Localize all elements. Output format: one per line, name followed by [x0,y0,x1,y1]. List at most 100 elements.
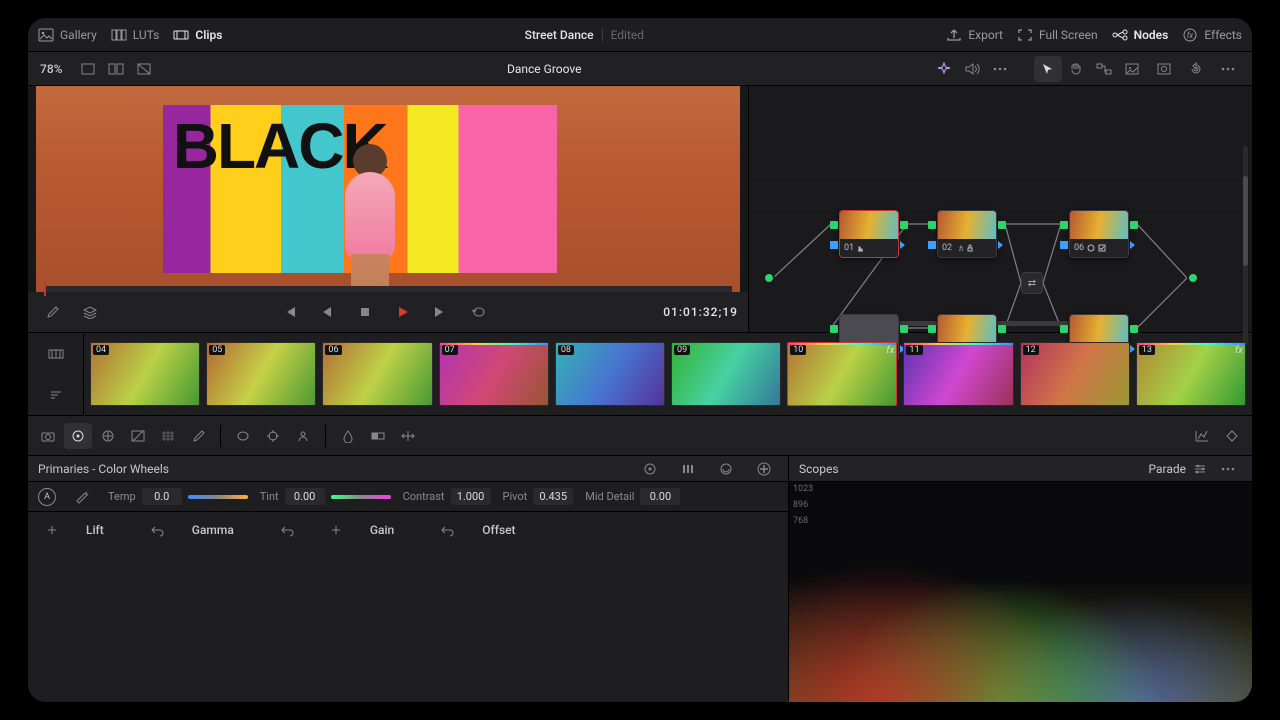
wheels-mode-button[interactable] [636,456,664,482]
timecode[interactable]: 01:01:32;19 [663,305,738,319]
scopes-mode[interactable]: Parade [1148,462,1186,476]
temp-value[interactable]: 0.0 [142,488,182,505]
wheels-row: Lift Gamma Gain Offset [28,512,788,548]
scopes-settings-button[interactable] [1186,456,1214,482]
stop-button[interactable] [351,299,379,325]
lift-reset[interactable] [144,517,172,543]
gain-target-button[interactable] [322,517,350,543]
clip-thumb-10[interactable]: 10fx [787,342,897,406]
clip-thumb-07[interactable]: 07 [439,342,549,406]
node-01[interactable]: 01 [839,210,899,258]
clip-thumb-05[interactable]: 05 [206,342,316,406]
clips-button[interactable]: Clips [173,28,222,42]
warper-button[interactable] [154,423,182,449]
node-06[interactable]: 06 [1069,210,1129,258]
export-button[interactable]: Export [946,28,1003,42]
node-menu[interactable] [1214,56,1242,82]
effects-button[interactable]: fx Effects [1182,28,1242,42]
scope-display[interactable]: 1023896768 [789,482,1252,702]
next-clip-button[interactable] [427,299,455,325]
key-button[interactable] [364,423,392,449]
image-wipe-button[interactable] [1118,56,1146,82]
svg-text:fx: fx [1187,31,1194,40]
window-button[interactable] [229,423,257,449]
clip-thumb-09[interactable]: 09 [671,342,781,406]
bars-mode-button[interactable] [674,456,702,482]
clip-thumb-08[interactable]: 08 [555,342,665,406]
clip-thumb-11[interactable]: 11 [903,342,1013,406]
clip-thumb-06[interactable]: 06 [322,342,432,406]
middetail-value[interactable]: 0.00 [640,488,680,505]
pick-wb-button[interactable] [68,484,96,510]
clip-thumb-12[interactable]: 12 [1020,342,1130,406]
graph-output[interactable] [1187,272,1199,284]
info-button[interactable] [1218,423,1246,449]
luts-button[interactable]: LUTs [111,28,160,42]
dots-icon [1220,462,1236,476]
layers-button[interactable] [76,299,104,325]
prev-clip-button[interactable] [275,299,303,325]
gallery-icon [38,28,54,42]
sizing-button[interactable] [394,423,422,449]
pointer-tool[interactable] [1034,56,1062,82]
step-back-button[interactable] [313,299,341,325]
highlight-button[interactable] [130,56,158,82]
node-scrollbar[interactable] [1243,146,1248,346]
magic-mask-button[interactable] [289,423,317,449]
clip-thumb-13[interactable]: 13fx [1136,342,1246,406]
clip-thumb-04[interactable]: 04 [90,342,200,406]
layer-mixer-node[interactable]: ⇄ [1021,272,1043,294]
split-view-button[interactable] [102,56,130,82]
loop-button[interactable] [465,299,493,325]
gamma-reset[interactable] [274,517,302,543]
hand-tool[interactable] [1062,56,1090,82]
strip-view-button[interactable] [42,341,70,367]
tint-value[interactable]: 0.00 [285,488,325,505]
camera-raw-button[interactable] [34,423,62,449]
strip-sort-button[interactable] [42,382,70,408]
fullscreen-button[interactable]: Full Screen [1017,28,1098,42]
zoom-fit-button[interactable] [1150,56,1178,82]
tint-slider[interactable] [331,495,391,499]
pivot-value[interactable]: 0.435 [533,488,573,505]
gallery-button[interactable]: Gallery [38,28,97,42]
viewer-menu[interactable] [986,56,1014,82]
curves-button[interactable] [124,423,152,449]
target-icon [642,462,658,476]
log-mode-button[interactable] [712,456,740,482]
color-wheels-button[interactable] [64,423,92,449]
viewer-scrubber[interactable] [44,286,732,292]
export-label: Export [968,28,1003,42]
keyframes-button[interactable] [1188,423,1216,449]
tracking-button[interactable] [259,423,287,449]
single-view-button[interactable] [74,56,102,82]
nodes-button[interactable]: Nodes [1112,28,1169,42]
play-button[interactable] [389,299,417,325]
node-02[interactable]: 02fx [937,210,997,258]
audio-button[interactable] [958,56,986,82]
eyedropper-button[interactable] [38,299,66,325]
hdr-button[interactable] [94,423,122,449]
key-icon [370,429,386,443]
qualifier-button[interactable] [184,423,212,449]
node-graph[interactable]: ⇄0102fx06030407 [748,86,1252,332]
zoom-fit-icon [1156,62,1172,76]
clip-strip: 04050607080910fx111213fx [28,332,1252,416]
effects-icon: fx [1182,28,1198,42]
lift-target-button[interactable] [38,517,66,543]
reset-button[interactable] [1182,56,1210,82]
magic-button[interactable] [930,56,958,82]
zoom-level[interactable]: 78% [28,62,74,76]
graph-input[interactable] [763,272,775,284]
temp-slider[interactable] [188,495,248,499]
expand-button[interactable] [750,456,778,482]
hdr-icon [100,429,116,443]
gain-reset[interactable] [434,517,462,543]
auto-balance-button[interactable]: A [38,488,56,506]
node-layout-button[interactable] [1090,56,1118,82]
scopes-menu[interactable] [1214,456,1242,482]
viewer-image[interactable] [36,86,740,292]
blur-button[interactable] [334,423,362,449]
contrast-value[interactable]: 1.000 [451,488,491,505]
clip-title: Dance Groove [158,62,930,76]
